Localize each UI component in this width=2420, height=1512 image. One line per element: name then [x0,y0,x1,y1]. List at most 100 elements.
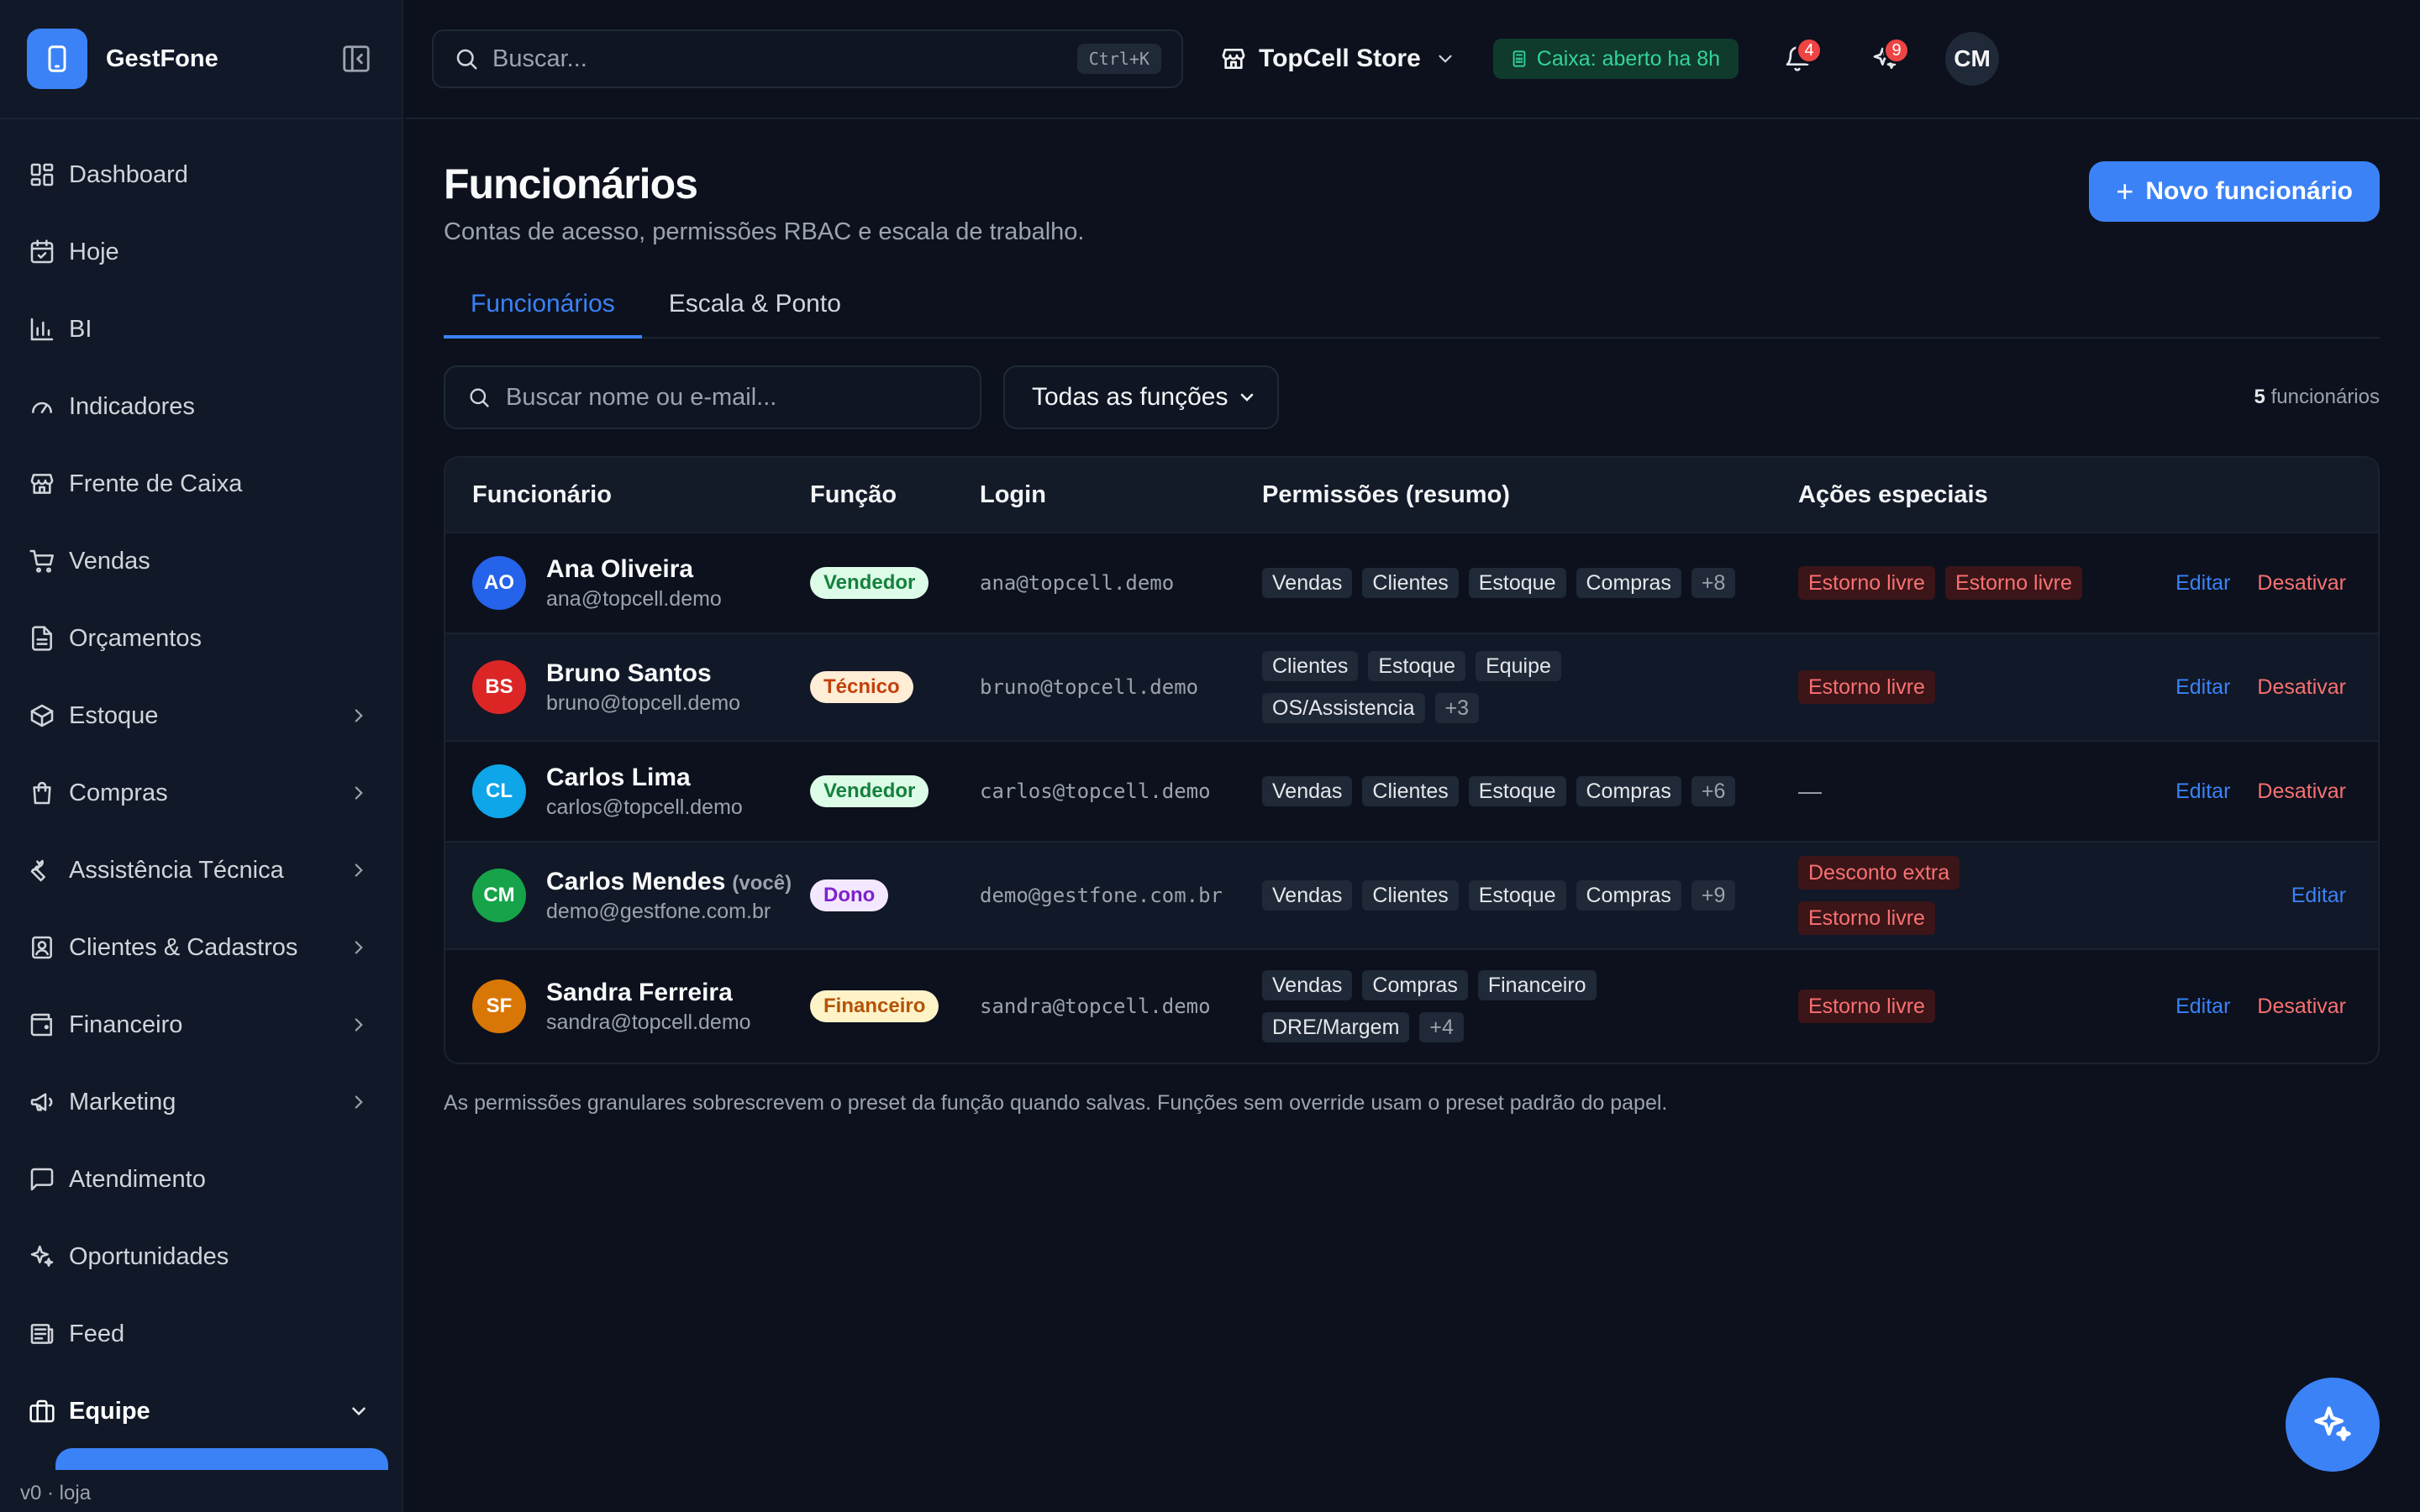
sidebar-item-contacts[interactable]: Clientes & Cadastros [0,909,402,986]
special-action-tag: Estorno livre [1798,566,1935,600]
user-avatar[interactable]: CM [1945,32,1999,86]
deactivate-button[interactable]: Desativar [2257,675,2346,700]
permission-chip: Equipe [1476,651,1561,681]
filters-bar: Buscar nome ou e-mail... Todas as funçõe… [444,365,2380,429]
sidebar-item-label: Compras [69,779,168,806]
sidebar-item-bar-chart[interactable]: BI [0,291,402,368]
permission-chip: Estoque [1468,568,1566,598]
login-cell: demo@gestfone.com.br [980,884,1223,907]
employee-name: Ana Oliveira [546,554,694,583]
permission-chip: Compras [1576,776,1681,806]
special-actions-cell: Estorno livre [1798,670,2126,704]
permission-more-chip[interactable]: +8 [1691,568,1736,598]
role-badge: Técnico [810,671,913,703]
role-badge: Financeiro [810,990,939,1022]
search-input[interactable]: Buscar... [492,45,1077,73]
permission-chip: Clientes [1362,776,1459,806]
role-badge: Vendedor [810,567,929,599]
main-content: Funcionários Contas de acesso, permissõe… [444,119,2380,1116]
sidebar-item-briefcase[interactable]: Equipe [0,1373,402,1450]
sidebar-item-gauge[interactable]: Indicadores [0,368,402,445]
sidebar: GestFone Dashboard Hoje BI Indicadores Frent… [0,0,403,1512]
permission-more-chip[interactable]: +6 [1691,776,1736,806]
sidebar-item-dashboard[interactable]: Dashboard [0,136,402,213]
ai-assistant-button[interactable]: 9 [1860,34,1910,84]
special-actions-cell: Estorno livre Estorno livre [1798,566,2126,600]
new-employee-button[interactable]: + Novo funcionário [2089,161,2380,222]
sidebar-item-calendar[interactable]: Hoje [0,213,402,291]
employee-search[interactable]: Buscar nome ou e-mail... [444,365,981,429]
sidebar-item-megaphone[interactable]: Marketing [0,1063,402,1141]
wrench-icon [29,857,55,884]
permission-chip: Financeiro [1477,970,1597,1000]
employee-name: Carlos Lima [546,763,691,791]
avatar: AO [472,556,526,610]
sidebar-item-store[interactable]: Frente de Caixa [0,445,402,522]
employee-email: ana@topcell.demo [546,586,722,611]
brand-name: GestFone [106,45,218,72]
sparkles-icon [29,1243,55,1270]
employee-search-input[interactable]: Buscar nome ou e-mail... [506,384,776,412]
sidebar-item-label: Atendimento [69,1165,206,1193]
sidebar-item-label: Financeiro [69,1011,183,1038]
role-cell: Vendedor [810,567,980,599]
newspaper-icon [29,1320,55,1347]
bar-chart-icon [29,316,55,343]
sidebar-item-package[interactable]: Estoque [0,677,402,754]
table-row: BS Bruno Santos bruno@topcell.demo Técni… [445,633,2378,740]
special-action-tag: Estorno livre [1798,670,1935,704]
sidebar-item-wallet[interactable]: Financeiro [0,986,402,1063]
sidebar-item-shopping-bag[interactable]: Compras [0,754,402,832]
sidebar-item-wrench[interactable]: Assistência Técnica [0,832,402,909]
edit-button[interactable]: Editar [2175,780,2230,804]
sidebar-item-newspaper[interactable]: Feed [0,1295,402,1373]
employee-name: Carlos Mendes [546,867,726,895]
table-body: AO Ana Oliveira ana@topcell.demo Vendedo… [445,532,2378,1063]
permission-chip: Vendas [1262,970,1353,1000]
employee-name: Sandra Ferreira [546,978,733,1006]
cash-register-status[interactable]: Caixa: aberto ha 8h [1492,39,1739,79]
employee-count-label: funcionários [2270,386,2380,408]
wallet-icon [29,1011,55,1038]
calculator-icon [1512,50,1526,67]
phone-logo-icon[interactable] [27,29,87,89]
permission-more-chip[interactable]: +9 [1691,880,1736,911]
sidebar-collapse-icon[interactable] [336,39,376,79]
deactivate-button[interactable]: Desativar [2257,571,2346,596]
tab-employees[interactable]: Funcionários [444,283,642,339]
chevron-right-icon [348,705,370,727]
permission-more-chip[interactable]: +3 [1434,693,1480,723]
employee-count: 5 funcionários [2254,386,2380,409]
package-icon [29,702,55,729]
store-selector[interactable]: TopCell Store [1220,45,1456,73]
sidebar-item-cart[interactable]: Vendas [0,522,402,600]
avatar: CM [472,869,526,922]
col-role: Função [810,480,897,508]
sidebar-item-sparkles[interactable]: Oportunidades [0,1218,402,1295]
ai-fab-button[interactable] [2286,1378,2380,1472]
col-employee: Funcionário [472,480,612,508]
login-cell: carlos@topcell.demo [980,780,1211,803]
sidebar-item-document[interactable]: Orçamentos [0,600,402,677]
tab-schedule[interactable]: Escala & Ponto [642,283,868,339]
chevron-down-icon [1240,393,1254,402]
sidebar-item-label: Vendas [69,547,150,575]
chevron-down-icon [348,1400,370,1422]
notifications-button[interactable]: 4 [1772,34,1823,84]
permission-more-chip[interactable]: +4 [1419,1012,1464,1042]
dashboard-icon [29,161,55,188]
sidebar-item-label: Frente de Caixa [69,470,243,497]
edit-button[interactable]: Editar [2291,884,2346,908]
special-action-tag: Desconto extra [1798,856,1960,890]
role-filter-select[interactable]: Todas as funções [1003,365,1279,429]
version-label: v0 · loja [0,1470,402,1512]
sidebar-item-chat[interactable]: Atendimento [0,1141,402,1218]
edit-button[interactable]: Editar [2175,571,2230,596]
edit-button[interactable]: Editar [2175,675,2230,700]
global-search[interactable]: Buscar... Ctrl+K [432,29,1183,88]
edit-button[interactable]: Editar [2175,995,2230,1019]
deactivate-button[interactable]: Desativar [2257,780,2346,804]
briefcase-icon [29,1398,55,1425]
deactivate-button[interactable]: Desativar [2257,995,2346,1019]
employee-email: bruno@topcell.demo [546,690,741,715]
